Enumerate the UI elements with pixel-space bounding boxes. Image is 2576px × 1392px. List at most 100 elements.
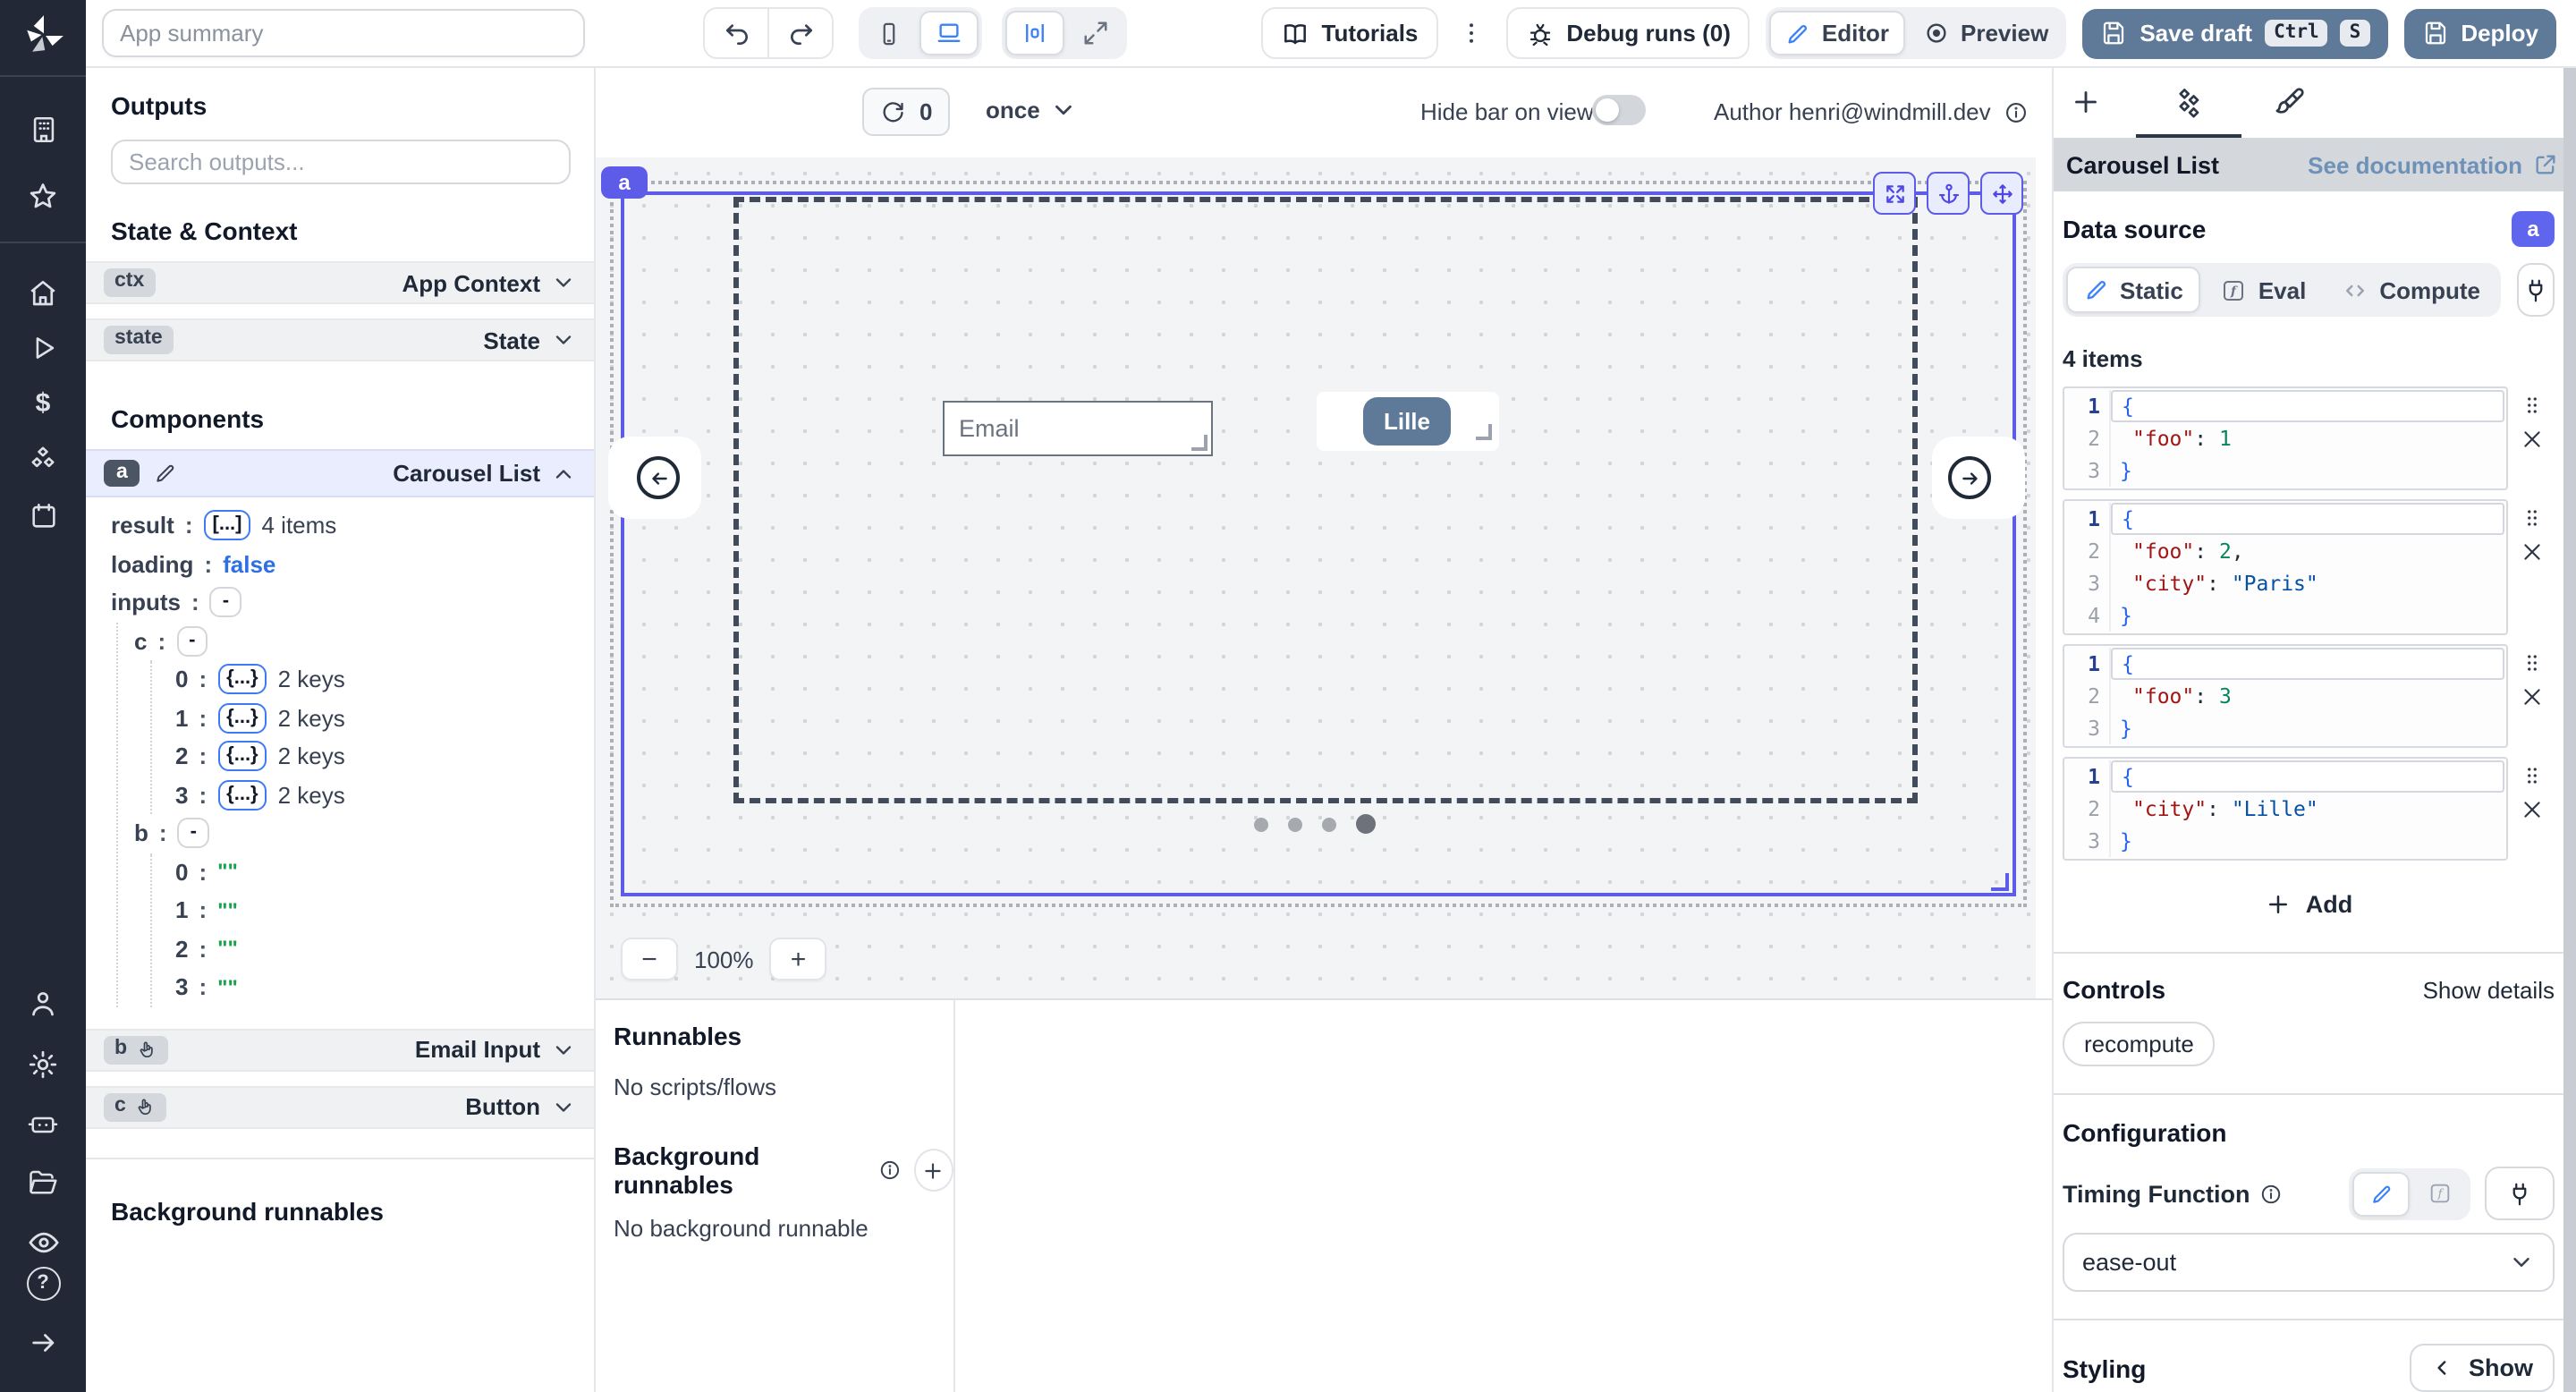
tree-row-b2[interactable]: 2:""	[175, 929, 594, 968]
tree-row-b0[interactable]: 0:""	[175, 853, 594, 891]
tree-row-c0[interactable]: 0:{...}2 keys	[175, 660, 594, 699]
insert-component-tab[interactable]	[2064, 81, 2107, 123]
redo-button[interactable]	[767, 9, 832, 57]
scrollbar[interactable]	[2563, 66, 2576, 1392]
compute-mode-button[interactable]: Compute	[2326, 268, 2496, 311]
chevron-up-icon[interactable]	[551, 461, 576, 486]
settings-gear-icon[interactable]	[0, 1043, 86, 1084]
help-icon[interactable]: ?	[0, 1262, 86, 1303]
debug-runs-button[interactable]: Debug runs (0)	[1505, 7, 1750, 59]
delete-item-icon[interactable]	[2520, 540, 2543, 564]
fullscreen-button[interactable]	[1068, 13, 1123, 54]
carousel-dot[interactable]	[1288, 817, 1302, 831]
tree-row-c2[interactable]: 2:{...}2 keys	[175, 737, 594, 776]
delete-item-icon[interactable]	[2520, 685, 2543, 709]
tree-row-b3[interactable]: 3:""	[175, 968, 594, 1006]
add-background-runnable-button[interactable]	[913, 1149, 953, 1192]
drag-handle-icon[interactable]	[2520, 764, 2543, 787]
dash-token[interactable]: -	[176, 626, 208, 657]
save-draft-button[interactable]: Save draft Ctrl S	[2082, 8, 2387, 58]
drag-handle-icon[interactable]	[2520, 394, 2543, 417]
object-token[interactable]: {...}	[217, 665, 267, 695]
more-menu-button[interactable]	[1453, 9, 1489, 57]
editor-tab[interactable]: Editor	[1770, 11, 1905, 55]
delete-item-icon[interactable]	[2520, 798, 2543, 821]
expand-handle[interactable]	[1873, 172, 1916, 215]
component-b-row[interactable]: b Email Input	[86, 1028, 594, 1071]
timing-static-button[interactable]	[2352, 1171, 2410, 1216]
move-handle[interactable]	[1980, 172, 2023, 215]
json-editor[interactable]: 1{ 2"city": "Lille" 3}	[2063, 757, 2508, 861]
object-token[interactable]: {...}	[217, 780, 267, 811]
workspace-icon[interactable]	[0, 109, 86, 150]
styling-brush-tab[interactable]	[2268, 81, 2311, 123]
center-align-button[interactable]	[1005, 11, 1064, 55]
drag-handle-icon[interactable]	[2520, 506, 2543, 530]
timing-plug-button[interactable]	[2485, 1167, 2555, 1220]
carousel-dot[interactable]	[1322, 817, 1336, 831]
chevron-down-icon[interactable]	[551, 327, 576, 352]
chevron-down-icon[interactable]	[551, 1094, 576, 1119]
tree-row-c[interactable]: c:-	[134, 622, 594, 660]
folders-icon[interactable]	[0, 1162, 86, 1203]
windmill-logo-icon[interactable]	[21, 13, 65, 57]
chevron-down-icon[interactable]	[551, 1037, 576, 1062]
delete-item-icon[interactable]	[2520, 428, 2543, 451]
styling-show-button[interactable]: Show	[2410, 1344, 2555, 1392]
schedules-icon[interactable]	[0, 495, 86, 536]
chevron-down-icon[interactable]	[551, 270, 576, 295]
tree-row-inputs[interactable]: inputs:-	[111, 583, 594, 622]
resize-handle-icon[interactable]	[1191, 435, 1208, 451]
json-editor[interactable]: 1{ 2"foo": 3 3}	[2063, 644, 2508, 748]
email-input[interactable]	[943, 401, 1213, 456]
audit-eye-icon[interactable]	[0, 1221, 86, 1262]
workers-robot-icon[interactable]	[0, 1102, 86, 1143]
favorites-star-icon[interactable]	[0, 175, 86, 216]
desktop-view-button[interactable]	[919, 11, 979, 55]
connect-plug-button[interactable]	[2516, 263, 2555, 317]
json-editor[interactable]: 1{ 2"foo": 2, 3"city": "Paris" 4}	[2063, 499, 2508, 635]
variables-icon[interactable]: $	[0, 384, 86, 425]
timing-eval-button[interactable]: f	[2413, 1173, 2467, 1214]
app-canvas[interactable]: a Lille	[596, 157, 2036, 998]
zoom-in-button[interactable]: +	[770, 938, 827, 980]
tree-row-loading[interactable]: loading:false	[111, 545, 594, 583]
tree-row-c3[interactable]: 3:{...}2 keys	[175, 776, 594, 814]
carousel-button[interactable]: Lille	[1363, 397, 1451, 446]
selection-resize-handle[interactable]	[1991, 873, 2009, 891]
object-token[interactable]: {...}	[217, 742, 267, 772]
hide-bar-toggle[interactable]	[1592, 95, 1646, 125]
recompute-button[interactable]: recompute	[2063, 1022, 2216, 1066]
search-outputs-input[interactable]	[111, 140, 571, 184]
users-icon[interactable]	[0, 984, 86, 1025]
app-summary-input[interactable]	[102, 9, 585, 57]
json-editor[interactable]: 1{ 2"foo": 1 3}	[2063, 386, 2508, 490]
selected-component-badge[interactable]: a	[601, 166, 648, 199]
timing-function-select[interactable]: ease-out	[2063, 1233, 2555, 1292]
resources-icon[interactable]	[0, 439, 86, 480]
state-row[interactable]: state State	[86, 318, 594, 361]
ctx-row[interactable]: ctx App Context	[86, 261, 594, 304]
dash-token[interactable]: -	[178, 819, 209, 849]
component-c-row[interactable]: c Button	[86, 1085, 594, 1128]
static-mode-button[interactable]: Static	[2066, 267, 2201, 313]
mobile-view-button[interactable]	[862, 13, 916, 54]
schedule-dropdown[interactable]: once	[986, 97, 1078, 123]
add-item-button[interactable]: Add	[2250, 884, 2368, 925]
tree-row-b[interactable]: b:-	[134, 814, 594, 853]
array-token[interactable]: [...]	[204, 511, 251, 541]
anchor-handle[interactable]	[1927, 172, 1970, 215]
undo-button[interactable]	[705, 9, 767, 57]
expand-rail-icon[interactable]	[0, 1322, 86, 1363]
deploy-button[interactable]: Deploy	[2403, 8, 2556, 58]
see-documentation-link[interactable]: See documentation	[2308, 151, 2558, 178]
component-a-row[interactable]: a Carousel List	[86, 449, 594, 497]
drag-handle-icon[interactable]	[2520, 651, 2543, 675]
carousel-prev-button[interactable]	[637, 456, 680, 499]
email-input-component[interactable]	[943, 401, 1213, 456]
refresh-count-button[interactable]: 0	[862, 88, 950, 136]
component-settings-tab[interactable]	[2166, 81, 2209, 123]
home-icon[interactable]	[0, 272, 86, 313]
tree-row-b1[interactable]: 1:""	[175, 891, 594, 929]
carousel-next-button[interactable]	[1948, 456, 1991, 499]
